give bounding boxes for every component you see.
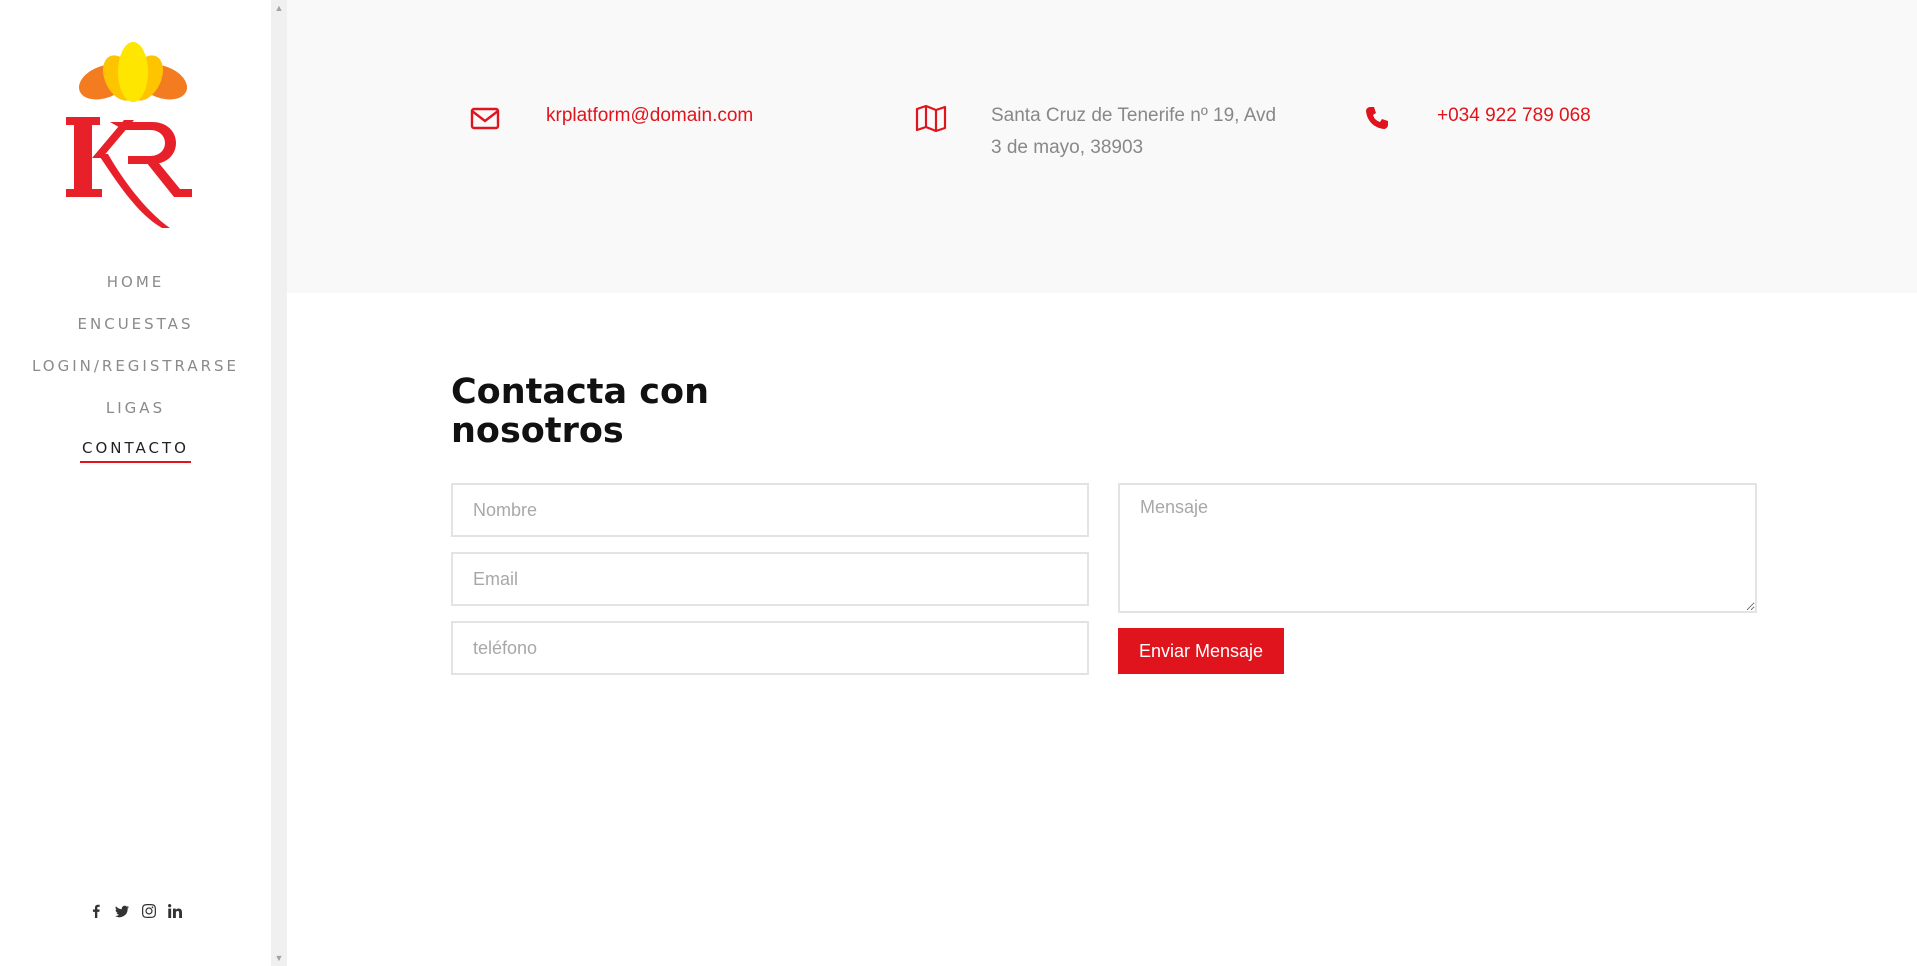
- envelope-icon: [469, 102, 501, 134]
- instagram-icon[interactable]: [141, 903, 157, 920]
- contact-title-line-2: nosotros: [451, 411, 624, 451]
- scroll-down-arrow-icon[interactable]: ▼: [271, 950, 287, 966]
- nav-item-ligas: LIGAS: [0, 394, 271, 436]
- contact-info-band: krplatform@domain.com Santa Cruz de Tene…: [287, 0, 1917, 293]
- twitter-icon[interactable]: [114, 904, 130, 920]
- contact-title-line-1: Contacta con: [451, 372, 709, 412]
- email-link[interactable]: krplatform@domain.com: [546, 100, 753, 132]
- nav-link-encuestas[interactable]: ENCUESTAS: [78, 310, 194, 339]
- nav-link-login[interactable]: LOGIN/REGISTRARSE: [32, 352, 239, 381]
- email-input[interactable]: [451, 552, 1089, 606]
- phone-icon: [1361, 102, 1393, 134]
- address-line-1: Santa Cruz de Tenerife nº 19, Avd: [991, 105, 1277, 126]
- main-nav: HOME ENCUESTAS LOGIN/REGISTRARSE LIGAS C…: [0, 268, 271, 478]
- social-links: [0, 903, 271, 921]
- name-input[interactable]: [451, 483, 1089, 537]
- scroll-up-arrow-icon[interactable]: ▲: [271, 0, 287, 16]
- nav-item-login: LOGIN/REGISTRARSE: [0, 352, 271, 394]
- nav-link-home[interactable]: HOME: [107, 268, 165, 297]
- facebook-icon[interactable]: [88, 904, 104, 920]
- scrollbar[interactable]: ▲ ▼: [271, 0, 287, 966]
- message-textarea[interactable]: [1118, 483, 1757, 613]
- linkedin-icon[interactable]: [167, 903, 183, 920]
- phone-link[interactable]: +034 922 789 068: [1437, 100, 1591, 132]
- phone-input[interactable]: [451, 621, 1089, 675]
- map-icon: [915, 102, 947, 134]
- send-message-button[interactable]: Enviar Mensaje: [1118, 628, 1284, 674]
- sidebar: HOME ENCUESTAS LOGIN/REGISTRARSE LIGAS C…: [0, 0, 271, 966]
- nav-item-encuestas: ENCUESTAS: [0, 310, 271, 352]
- kr-logo[interactable]: [62, 42, 204, 234]
- address-line-2: 3 de mayo, 38903: [991, 137, 1144, 158]
- nav-link-ligas[interactable]: LIGAS: [106, 394, 165, 423]
- nav-item-home: HOME: [0, 268, 271, 310]
- nav-link-contacto[interactable]: CONTACTO: [80, 436, 191, 463]
- nav-item-contacto: CONTACTO: [0, 436, 271, 478]
- contact-title: Contacta con nosotros: [451, 373, 751, 451]
